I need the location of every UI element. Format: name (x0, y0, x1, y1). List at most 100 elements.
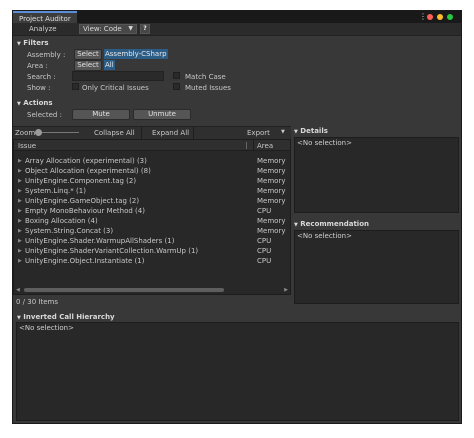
collapse-all-button[interactable]: Collapse All (94, 129, 135, 137)
expand-arrow-icon[interactable]: ▶ (18, 156, 22, 166)
expand-arrow-icon[interactable]: ▶ (18, 196, 22, 206)
column-resizer[interactable] (246, 142, 247, 149)
foldout-arrow-icon: ▼ (294, 222, 298, 228)
toolbar-divider (193, 127, 194, 139)
call-hierarchy-foldout[interactable]: ▼ Inverted Call Hierarchy (17, 313, 115, 321)
assembly-label: Assembly : (27, 51, 66, 59)
issues-toolbar: Zoom Collapse All Expand All Export ▼ (13, 126, 291, 140)
match-case-label: Match Case (185, 73, 226, 81)
table-row[interactable]: ▶ UnityEngine.Shader.WarmupAllShaders (1)… (14, 236, 290, 246)
dropdown-arrow-icon: ▼ (281, 129, 285, 135)
only-critical-checkbox[interactable] (72, 83, 79, 90)
search-input[interactable] (72, 71, 164, 81)
issue-name: UnityEngine.ShaderVariantCollection.Warm… (25, 247, 199, 255)
area-select-button[interactable]: Select (74, 60, 102, 71)
unmute-button[interactable]: Unmute (133, 109, 191, 120)
foldout-arrow-icon: ▼ (294, 129, 298, 135)
expand-arrow-icon[interactable]: ▶ (18, 166, 22, 176)
expand-arrow-icon[interactable]: ▶ (18, 186, 22, 196)
foldout-arrow-icon: ▼ (17, 41, 21, 47)
table-row[interactable]: ▶ Array Allocation (experimental) (3) Memo… (14, 156, 290, 166)
issue-area: Memory (257, 197, 286, 205)
expand-arrow-icon[interactable]: ▶ (18, 206, 22, 216)
filters-title: Filters (23, 39, 49, 47)
expand-arrow-icon[interactable]: ▶ (18, 246, 22, 256)
main-toolbar: Analyze View: Code ▼ ? (13, 23, 461, 36)
recommendation-title: Recommendation (300, 220, 369, 228)
issue-name: System.String.Concat (3) (25, 227, 114, 235)
issue-area: Memory (257, 217, 286, 225)
issue-name: Empty MonoBehaviour Method (4) (25, 207, 145, 215)
table-row[interactable]: ▶ Object Allocation (experimental) (8) Mem… (14, 166, 290, 176)
expand-arrow-icon[interactable]: ▶ (18, 256, 22, 266)
zoom-label: Zoom (15, 129, 36, 137)
actions-foldout[interactable]: ▼ Actions (17, 99, 53, 107)
issue-area: Memory (257, 187, 286, 195)
issue-name: UnityEngine.Shader.WarmupAllShaders (1) (25, 237, 175, 245)
column-area-header[interactable]: Area (257, 142, 273, 150)
table-row[interactable]: ▶ UnityEngine.Component.tag (2) Memory (14, 176, 290, 186)
issue-area: CPU (257, 237, 272, 245)
table-row[interactable]: ▶ Empty MonoBehaviour Method (4) CPU (14, 206, 290, 216)
search-label: Search : (27, 73, 56, 81)
analyze-button[interactable]: Analyze (29, 23, 57, 35)
issue-name: Object Allocation (experimental) (8) (25, 167, 151, 175)
issue-name: UnityEngine.Object.Instantiate (1) (25, 257, 145, 265)
details-foldout[interactable]: ▼ Details (294, 127, 328, 135)
toolbar-divider (141, 127, 142, 139)
issue-name: System.Linq.* (1) (25, 187, 86, 195)
foldout-arrow-icon: ▼ (17, 101, 21, 107)
issue-area: Memory (257, 157, 286, 165)
issue-area: CPU (257, 257, 272, 265)
title-bar: Project Auditor ⋮ (13, 11, 461, 23)
assembly-value: Assembly-CSharp (104, 49, 168, 59)
table-row[interactable]: ▶ UnityEngine.ShaderVariantCollection.War… (14, 246, 290, 256)
table-row[interactable]: ▶ Boxing Allocation (4) Memory (14, 216, 290, 226)
help-icon[interactable]: ? (140, 24, 150, 34)
table-row[interactable]: ▶ System.String.Concat (3) Memory (14, 226, 290, 236)
scrollbar-thumb[interactable] (24, 288, 224, 292)
header-divider (253, 140, 254, 151)
selected-label: Selected : (27, 111, 62, 119)
issue-area: Memory (257, 167, 286, 175)
window-tab[interactable]: Project Auditor (13, 11, 77, 23)
recommendation-foldout[interactable]: ▼ Recommendation (294, 220, 369, 228)
issues-table: Issue Area ▶ Array Allocation (experiment… (13, 139, 291, 295)
close-dot-icon[interactable] (427, 14, 433, 20)
horizontal-scrollbar[interactable]: ◀ ▶ (14, 286, 290, 294)
expand-arrow-icon[interactable]: ▶ (18, 236, 22, 246)
issue-name: Array Allocation (experimental) (3) (25, 157, 147, 165)
maximize-dot-icon[interactable] (447, 14, 453, 20)
view-dropdown-label: View: Code (83, 25, 122, 33)
filters-foldout[interactable]: ▼ Filters (17, 39, 49, 47)
assembly-select-button[interactable]: Select (74, 49, 102, 60)
dropdown-arrow-icon: ▼ (128, 25, 133, 32)
recommendation-panel: <No selection> (294, 230, 459, 304)
scroll-left-icon[interactable]: ◀ (16, 287, 20, 293)
table-row[interactable]: ▶ System.Linq.* (1) Memory (14, 186, 290, 196)
expand-arrow-icon[interactable]: ▶ (18, 176, 22, 186)
kebab-menu-icon[interactable]: ⋮ (419, 13, 427, 21)
area-label: Area : (27, 62, 48, 70)
issue-area: Memory (257, 177, 286, 185)
table-row[interactable]: ▶ UnityEngine.GameObject.tag (2) Memory (14, 196, 290, 206)
minimize-dot-icon[interactable] (437, 14, 443, 20)
match-case-checkbox[interactable] (173, 72, 180, 79)
table-row[interactable]: ▶ UnityEngine.Object.Instantiate (1) CPU (14, 256, 290, 266)
issue-name: Boxing Allocation (4) (25, 217, 98, 225)
view-dropdown[interactable]: View: Code ▼ (79, 24, 137, 34)
area-value: All (104, 60, 115, 70)
export-dropdown[interactable]: Export (247, 129, 270, 137)
muted-issues-checkbox[interactable] (173, 83, 180, 90)
call-hierarchy-panel: <No selection> (16, 322, 459, 421)
scroll-right-icon[interactable]: ▶ (284, 287, 288, 293)
muted-issues-label: Muted Issues (185, 84, 231, 92)
expand-arrow-icon[interactable]: ▶ (18, 216, 22, 226)
actions-title: Actions (23, 99, 53, 107)
column-issue-header[interactable]: Issue (18, 142, 36, 150)
details-content: <No selection> (297, 139, 352, 147)
mute-button[interactable]: Mute (72, 109, 130, 120)
expand-arrow-icon[interactable]: ▶ (18, 226, 22, 236)
expand-all-button[interactable]: Expand All (152, 129, 189, 137)
zoom-slider-handle[interactable] (35, 129, 42, 136)
